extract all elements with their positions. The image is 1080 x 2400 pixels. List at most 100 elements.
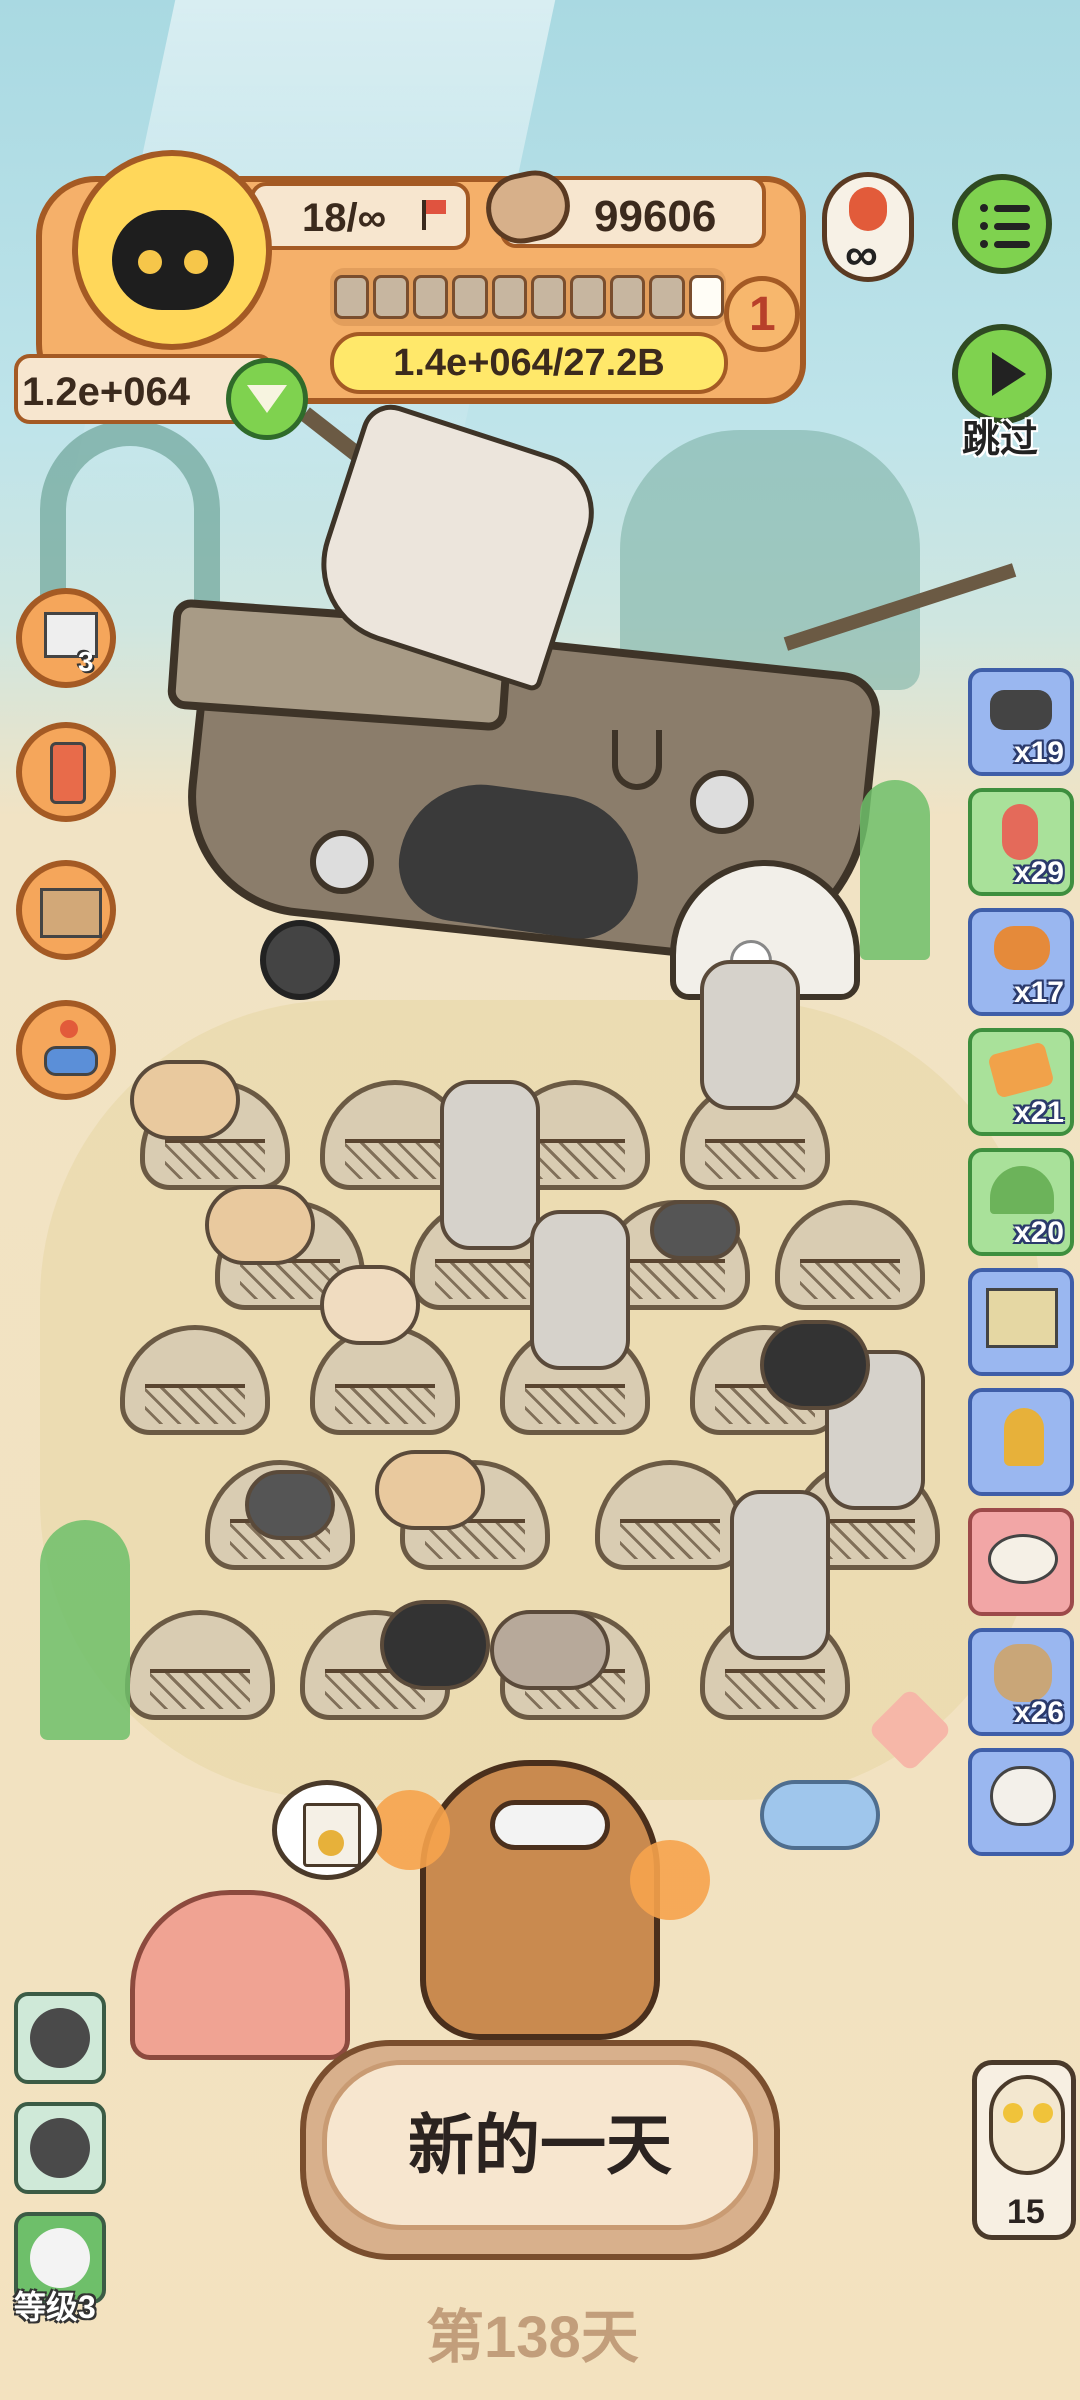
hamster[interactable] bbox=[130, 1060, 240, 1140]
joystick-icon bbox=[44, 1046, 98, 1076]
blue-rocks bbox=[760, 1780, 880, 1850]
skip-label: 跳过 bbox=[962, 419, 1039, 461]
avatar[interactable] bbox=[72, 150, 272, 350]
owl-card[interactable]: 15 bbox=[972, 2060, 1076, 2240]
box-icon bbox=[40, 888, 102, 938]
porthole bbox=[690, 770, 754, 834]
coral-reef-right bbox=[620, 430, 920, 690]
inventory-item[interactable] bbox=[968, 1508, 1074, 1616]
ticket-icon bbox=[987, 1041, 1055, 1099]
alpaca[interactable] bbox=[730, 1490, 830, 1660]
progress-segment bbox=[491, 275, 527, 319]
flamingo-icon bbox=[1002, 804, 1038, 860]
infinity-symbol: ∞ bbox=[845, 228, 878, 280]
day-counter: 第138天 bbox=[426, 2305, 639, 2370]
medal-icon bbox=[318, 1830, 344, 1856]
tool-button-phone[interactable] bbox=[16, 722, 116, 822]
rabbit[interactable] bbox=[490, 1610, 610, 1690]
new-day-button[interactable]: 新的一天 bbox=[300, 2040, 780, 2260]
level-icon bbox=[30, 2228, 90, 2288]
resource-value: 1.2e+064 bbox=[22, 370, 190, 414]
progress-segment bbox=[412, 275, 449, 319]
inventory-item[interactable]: x17 bbox=[968, 908, 1074, 1016]
phone-icon bbox=[50, 742, 86, 804]
play-icon bbox=[992, 352, 1026, 396]
sack-icon bbox=[994, 1644, 1052, 1702]
gadget-icon bbox=[990, 690, 1052, 730]
owl-count: 15 bbox=[1007, 2193, 1045, 2231]
level-label: 等级3 bbox=[14, 2289, 96, 2325]
inventory-item[interactable] bbox=[968, 1748, 1074, 1856]
hut-icon bbox=[986, 1288, 1058, 1348]
penguin-silhouette-icon bbox=[30, 2118, 90, 2178]
tent-icon bbox=[990, 1166, 1054, 1214]
tool-button-joystick[interactable] bbox=[16, 1000, 116, 1100]
ship-wheel bbox=[260, 920, 340, 1000]
coin-count: 99606 bbox=[594, 192, 717, 241]
inventory-item[interactable]: x20 bbox=[968, 1148, 1074, 1256]
penguin[interactable] bbox=[380, 1600, 490, 1690]
seaweed bbox=[860, 780, 930, 960]
level-number: 1 bbox=[749, 288, 776, 341]
capacity-text: 18/∞ bbox=[302, 196, 387, 240]
inventory-item[interactable]: x19 bbox=[968, 668, 1074, 776]
alpaca[interactable] bbox=[700, 960, 800, 1110]
penguin[interactable] bbox=[760, 1320, 870, 1410]
inventory-item[interactable] bbox=[968, 1388, 1074, 1496]
progress-segment bbox=[373, 275, 409, 319]
progress-segments bbox=[334, 275, 724, 319]
hamster[interactable] bbox=[205, 1185, 315, 1265]
progress-segment bbox=[649, 275, 685, 319]
inventory-item[interactable]: x29 bbox=[968, 788, 1074, 896]
progress-segment bbox=[531, 275, 567, 319]
new-day-label: 新的一天 bbox=[408, 2108, 672, 2182]
trophy-icon bbox=[1004, 1408, 1044, 1466]
sheep-icon bbox=[990, 1766, 1056, 1826]
progress-segment bbox=[334, 275, 370, 319]
level-badge: 1 bbox=[724, 276, 800, 352]
fish-plate-icon bbox=[988, 1534, 1058, 1584]
mini-button-penguin[interactable] bbox=[14, 2102, 106, 2194]
menu-button[interactable] bbox=[952, 174, 1052, 274]
progress-label-pill: 1.4e+064/27.2B bbox=[330, 332, 728, 394]
tool-button-hourglass[interactable]: 3 bbox=[16, 588, 116, 688]
progress-label: 1.4e+064/27.2B bbox=[393, 342, 665, 384]
pink-coral bbox=[130, 1890, 350, 2060]
hamster[interactable] bbox=[320, 1265, 420, 1345]
dropdown-icon[interactable] bbox=[226, 358, 308, 440]
rabbit-silhouette-icon bbox=[30, 2008, 90, 2068]
progress-segment bbox=[570, 275, 606, 319]
alpaca[interactable] bbox=[530, 1210, 630, 1370]
progress-track bbox=[330, 268, 726, 326]
black-cat-icon bbox=[112, 210, 234, 310]
bread-icon bbox=[994, 926, 1050, 970]
alpaca[interactable] bbox=[440, 1080, 540, 1250]
inventory-item[interactable]: x26 bbox=[968, 1628, 1074, 1736]
game-scene: 18/∞ 99606 1 1.4e+064/27.2B 1.2e+064 ∞ 跳… bbox=[0, 0, 1080, 2400]
crest-icon bbox=[849, 187, 887, 231]
progress-segment bbox=[452, 275, 488, 319]
explosion-effect bbox=[370, 1790, 450, 1870]
list-icon bbox=[980, 204, 1030, 248]
goggles-icon bbox=[490, 1800, 610, 1850]
anchor-icon bbox=[612, 730, 662, 790]
infinity-badge[interactable]: ∞ bbox=[822, 172, 914, 282]
certificate-bubble[interactable] bbox=[272, 1780, 382, 1880]
new-day-button-face: 新的一天 bbox=[322, 2060, 758, 2230]
explosion-effect bbox=[630, 1840, 710, 1920]
tool-button-box[interactable] bbox=[16, 860, 116, 960]
mini-button-rabbit[interactable] bbox=[14, 1992, 106, 2084]
seaweed bbox=[40, 1520, 130, 1740]
flag-icon bbox=[422, 200, 456, 230]
inventory-item[interactable]: x21 bbox=[968, 1028, 1074, 1136]
porthole bbox=[310, 830, 374, 894]
inventory-item[interactable] bbox=[968, 1268, 1074, 1376]
owl-icon bbox=[989, 2075, 1065, 2175]
mole[interactable] bbox=[650, 1200, 740, 1260]
certificate-icon bbox=[303, 1803, 361, 1867]
hamster[interactable] bbox=[375, 1450, 485, 1530]
tool-badge: 3 bbox=[78, 646, 94, 677]
progress-segment bbox=[609, 275, 646, 319]
mole[interactable] bbox=[245, 1470, 335, 1540]
progress-segment bbox=[688, 275, 724, 319]
